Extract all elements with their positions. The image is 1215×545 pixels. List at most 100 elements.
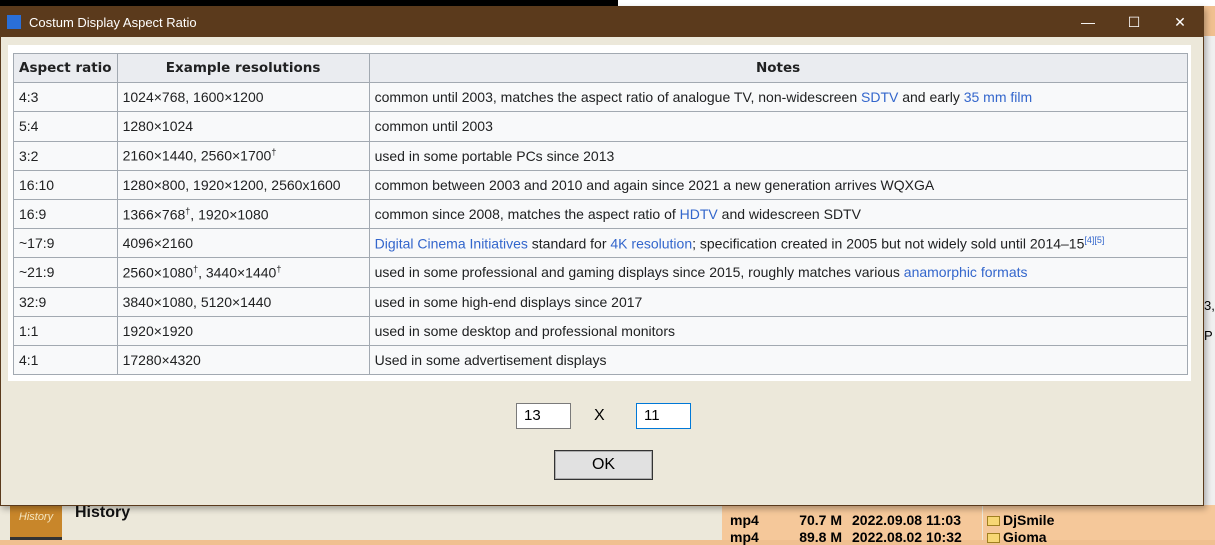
resolutions-cell: 2560×1080†, 3440×1440†: [116, 257, 370, 288]
cell-text: standard for: [527, 235, 611, 252]
cell-text: Used in some advertisement displays: [374, 351, 607, 368]
ratio-cell: 5:4: [13, 111, 118, 142]
cell-text: 1920×1920: [122, 322, 194, 339]
ratio-height-input[interactable]: 11: [636, 403, 691, 429]
notes-cell: used in some high-end displays since 201…: [368, 286, 1188, 317]
folder-icon: [987, 533, 1000, 543]
file-date: 2022.09.08 11:03: [852, 512, 961, 528]
ratio-cell: 16:10: [13, 169, 118, 200]
resolutions-cell: 2160×1440, 2560×1700†: [116, 140, 370, 171]
background-window-edge: 3, P: [1204, 36, 1215, 506]
table-row: 32:9 3840×1080, 5120×1440 used in some hig…: [13, 286, 1188, 317]
folder-label: Gioma: [1003, 529, 1047, 545]
resolutions-cell: 17280×4320: [116, 344, 370, 376]
file-row[interactable]: mp4 89.8 M 2022.08.02 10:32: [730, 529, 962, 545]
cell-text: common since 2008, matches the aspect ra…: [374, 206, 680, 223]
close-button[interactable]: ✕: [1157, 7, 1203, 37]
cell-text: common between 2003 and 2010 and again s…: [374, 176, 935, 193]
ratio-cell: 4:3: [13, 82, 118, 113]
ratio-cell: ~17:9: [13, 228, 118, 259]
notes-cell: common since 2008, matches the aspect ra…: [368, 198, 1188, 230]
notes-cell: used in some professional and gaming dis…: [368, 257, 1188, 288]
cell-text: ; specification created in 2005 but not …: [692, 235, 1085, 252]
minimize-button[interactable]: —: [1065, 7, 1111, 37]
folder-icon: [987, 516, 1000, 526]
window-title: Costum Display Aspect Ratio: [29, 14, 197, 30]
footnote-mark: †: [276, 264, 282, 275]
folder-item[interactable]: Gioma: [987, 529, 1047, 545]
link[interactable]: 4K resolution: [610, 236, 692, 252]
cell-text: and widescreen SDTV: [717, 206, 861, 223]
cell-text: 1366×768: [122, 206, 186, 223]
notes-cell: Digital Cinema Initiatives standard for …: [368, 228, 1188, 259]
cell-text: and early: [898, 89, 964, 106]
ratio-cell: 1:1: [13, 315, 118, 346]
ok-button[interactable]: OK: [554, 450, 653, 480]
cell-text: used in some desktop and professional mo…: [374, 322, 675, 339]
maximize-button[interactable]: ☐: [1111, 7, 1157, 37]
aspect-ratio-table: Aspect ratio Example resolutions Notes 4…: [13, 52, 1188, 376]
ratio-cell: ~21:9: [13, 257, 118, 288]
link[interactable]: [4][5]: [1084, 235, 1104, 245]
notes-cell: common until 2003, matches the aspect ra…: [368, 82, 1188, 113]
column-header: Example resolutions: [116, 52, 370, 84]
notes-cell: used in some desktop and professional mo…: [368, 315, 1188, 346]
separator-label: X: [594, 407, 605, 424]
folder-item[interactable]: DjSmile: [987, 512, 1054, 528]
link[interactable]: Digital Cinema Initiatives: [375, 236, 528, 252]
file-size: 89.8 M: [799, 529, 842, 545]
link[interactable]: 35 mm film: [964, 89, 1032, 105]
table-row: ~21:9 2560×1080†, 3440×1440† used in some …: [13, 257, 1188, 288]
table-row: 3:2 2160×1440, 2560×1700† used in some por…: [13, 140, 1188, 171]
notes-cell: common until 2003: [368, 111, 1188, 142]
history-label[interactable]: History: [75, 504, 130, 522]
cell-text: 3840×1080, 5120×1440: [122, 293, 272, 310]
table-row: 4:1 17280×4320 Used in some advertisement …: [13, 344, 1188, 376]
cell-text: common until 2003: [374, 118, 493, 135]
column-header: Aspect ratio: [13, 52, 118, 84]
notes-cell: Used in some advertisement displays: [368, 344, 1188, 376]
resolutions-cell: 4096×2160: [116, 228, 370, 259]
footnote-mark: †: [271, 147, 277, 158]
history-icon[interactable]: History: [10, 503, 62, 540]
file-size: 70.7 M: [799, 512, 842, 528]
folder-label: DjSmile: [1003, 512, 1055, 528]
cell-text: 2560×1080: [122, 264, 194, 281]
table-panel: Aspect ratio Example resolutions Notes 4…: [8, 45, 1191, 381]
cell-text: used in some high-end displays since 201…: [374, 293, 643, 310]
ratio-cell: 3:2: [13, 140, 118, 171]
cell-text: common until 2003, matches the aspect ra…: [374, 89, 861, 106]
file-row[interactable]: mp4 70.7 M 2022.09.08 11:03: [730, 512, 961, 528]
ratio-cell: 16:9: [13, 198, 118, 230]
cell-text: 4096×2160: [122, 235, 194, 252]
cell-text: 1280×1024: [122, 118, 194, 135]
notes-cell: common between 2003 and 2010 and again s…: [368, 169, 1188, 200]
resolutions-cell: 1280×800, 1920×1200, 2560x1600: [116, 169, 370, 200]
ratio-width-input[interactable]: 13: [516, 403, 571, 429]
ratio-cell: 4:1: [13, 344, 118, 376]
aspect-ratio-dialog: Costum Display Aspect Ratio — ☐ ✕ Aspect…: [0, 6, 1204, 506]
link[interactable]: anamorphic formats: [904, 264, 1028, 280]
bg-fragment: 3,: [1204, 298, 1215, 313]
cell-text: 1280×800, 1920×1200, 2560x1600: [122, 176, 341, 193]
file-date: 2022.08.02 10:32: [852, 529, 962, 545]
notes-cell: used in some portable PCs since 2013: [368, 140, 1188, 171]
cell-text: , 3440×1440: [198, 264, 277, 281]
table-row: 16:9 1366×768†, 1920×1080 common since 200…: [13, 198, 1188, 230]
title-bar[interactable]: Costum Display Aspect Ratio — ☐ ✕: [1, 7, 1203, 37]
resolutions-cell: 1920×1920: [116, 315, 370, 346]
folder-list: DjSmile Gioma: [983, 505, 1215, 545]
ratio-cell: 32:9: [13, 286, 118, 317]
table-row: 16:10 1280×800, 1920×1200, 2560x1600 commo…: [13, 169, 1188, 200]
cell-text: 2160×1440, 2560×1700: [122, 147, 272, 164]
link[interactable]: SDTV: [861, 89, 898, 105]
cell-text: used in some portable PCs since 2013: [374, 147, 615, 164]
cell-text: 1024×768, 1600×1200: [122, 89, 264, 106]
table-row: 4:3 1024×768, 1600×1200 common until 2003,…: [13, 82, 1188, 113]
link[interactable]: HDTV: [680, 206, 718, 222]
table-row: ~17:9 4096×2160 Digital Cinema Initiatives…: [13, 228, 1188, 259]
file-type: mp4: [730, 512, 759, 528]
resolutions-cell: 1280×1024: [116, 111, 370, 142]
resolutions-cell: 1366×768†, 1920×1080: [116, 198, 370, 230]
cell-text: used in some professional and gaming dis…: [374, 264, 904, 281]
